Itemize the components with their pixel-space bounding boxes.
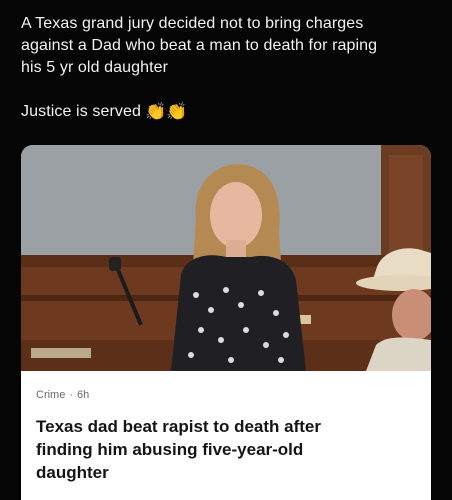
- courtroom-photo-illustration: [21, 145, 431, 371]
- post-text: A Texas grand jury decided not to bring …: [21, 13, 441, 123]
- article-title-line-3: daughter: [36, 463, 109, 482]
- link-preview-card[interactable]: Crime · 6h Texas dad beat rapist to death …: [21, 145, 431, 500]
- link-preview-body[interactable]: Crime · 6h Texas dad beat rapist to death …: [21, 371, 431, 500]
- clapping-hands-icon: 👏👏: [144, 102, 188, 121]
- post-closing-line: Justice is served 👏👏: [21, 101, 441, 123]
- article-title[interactable]: Texas dad beat rapist to death after fin…: [36, 415, 416, 484]
- post-text-line-3: his 5 yr old daughter: [21, 59, 169, 76]
- article-category: Crime: [36, 389, 66, 401]
- article-meta: Crime · 6h: [36, 389, 89, 401]
- meta-separator: ·: [69, 389, 74, 401]
- social-post: A Texas grand jury decided not to bring …: [0, 0, 452, 500]
- post-text-line-1: A Texas grand jury decided not to bring …: [21, 15, 364, 32]
- article-time: 6h: [77, 389, 90, 401]
- article-title-line-2: finding him abusing five-year-old: [36, 440, 304, 459]
- article-title-line-1: Texas dad beat rapist to death after: [36, 417, 321, 436]
- post-closing-text: Justice is served: [21, 103, 141, 120]
- post-text-line-2: against a Dad who beat a man to death fo…: [21, 37, 378, 54]
- news-photo[interactable]: [21, 145, 431, 371]
